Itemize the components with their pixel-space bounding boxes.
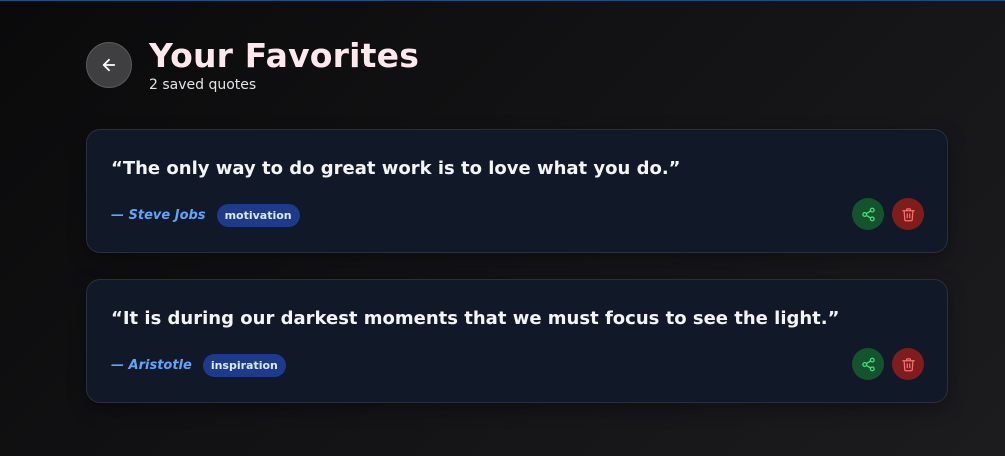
quote-author: — Steve Jobs [111,208,206,223]
quote-author: — Aristotle [111,358,192,373]
category-tag[interactable]: motivation [216,204,300,227]
back-button[interactable] [86,42,132,88]
share-icon [861,207,875,221]
quote-text: “The only way to do great work is to lov… [111,158,681,179]
page-title: Your Favorites [149,36,420,75]
quote-meta: — Steve Jobs motivation [111,204,300,227]
page-header: Your Favorites 2 saved quotes [86,38,419,93]
arrow-left-icon [102,58,116,72]
quote-meta: — Aristotle inspiration [111,354,286,377]
quote-actions [852,348,924,380]
category-tag[interactable]: inspiration [202,354,286,377]
quote-text: “It is during our darkest moments that w… [111,308,840,329]
title-block: Your Favorites 2 saved quotes [149,36,420,94]
top-border-line [0,0,1005,1]
quote-card: “It is during our darkest moments that w… [86,279,948,403]
share-button[interactable] [852,198,884,230]
quote-actions [852,198,924,230]
share-icon [861,357,875,371]
trash-icon [901,357,915,371]
delete-button[interactable] [892,198,924,230]
saved-count: 2 saved quotes [149,77,257,93]
share-button[interactable] [852,348,884,380]
delete-button[interactable] [892,348,924,380]
trash-icon [901,207,915,221]
quote-card: “The only way to do great work is to lov… [86,129,948,253]
